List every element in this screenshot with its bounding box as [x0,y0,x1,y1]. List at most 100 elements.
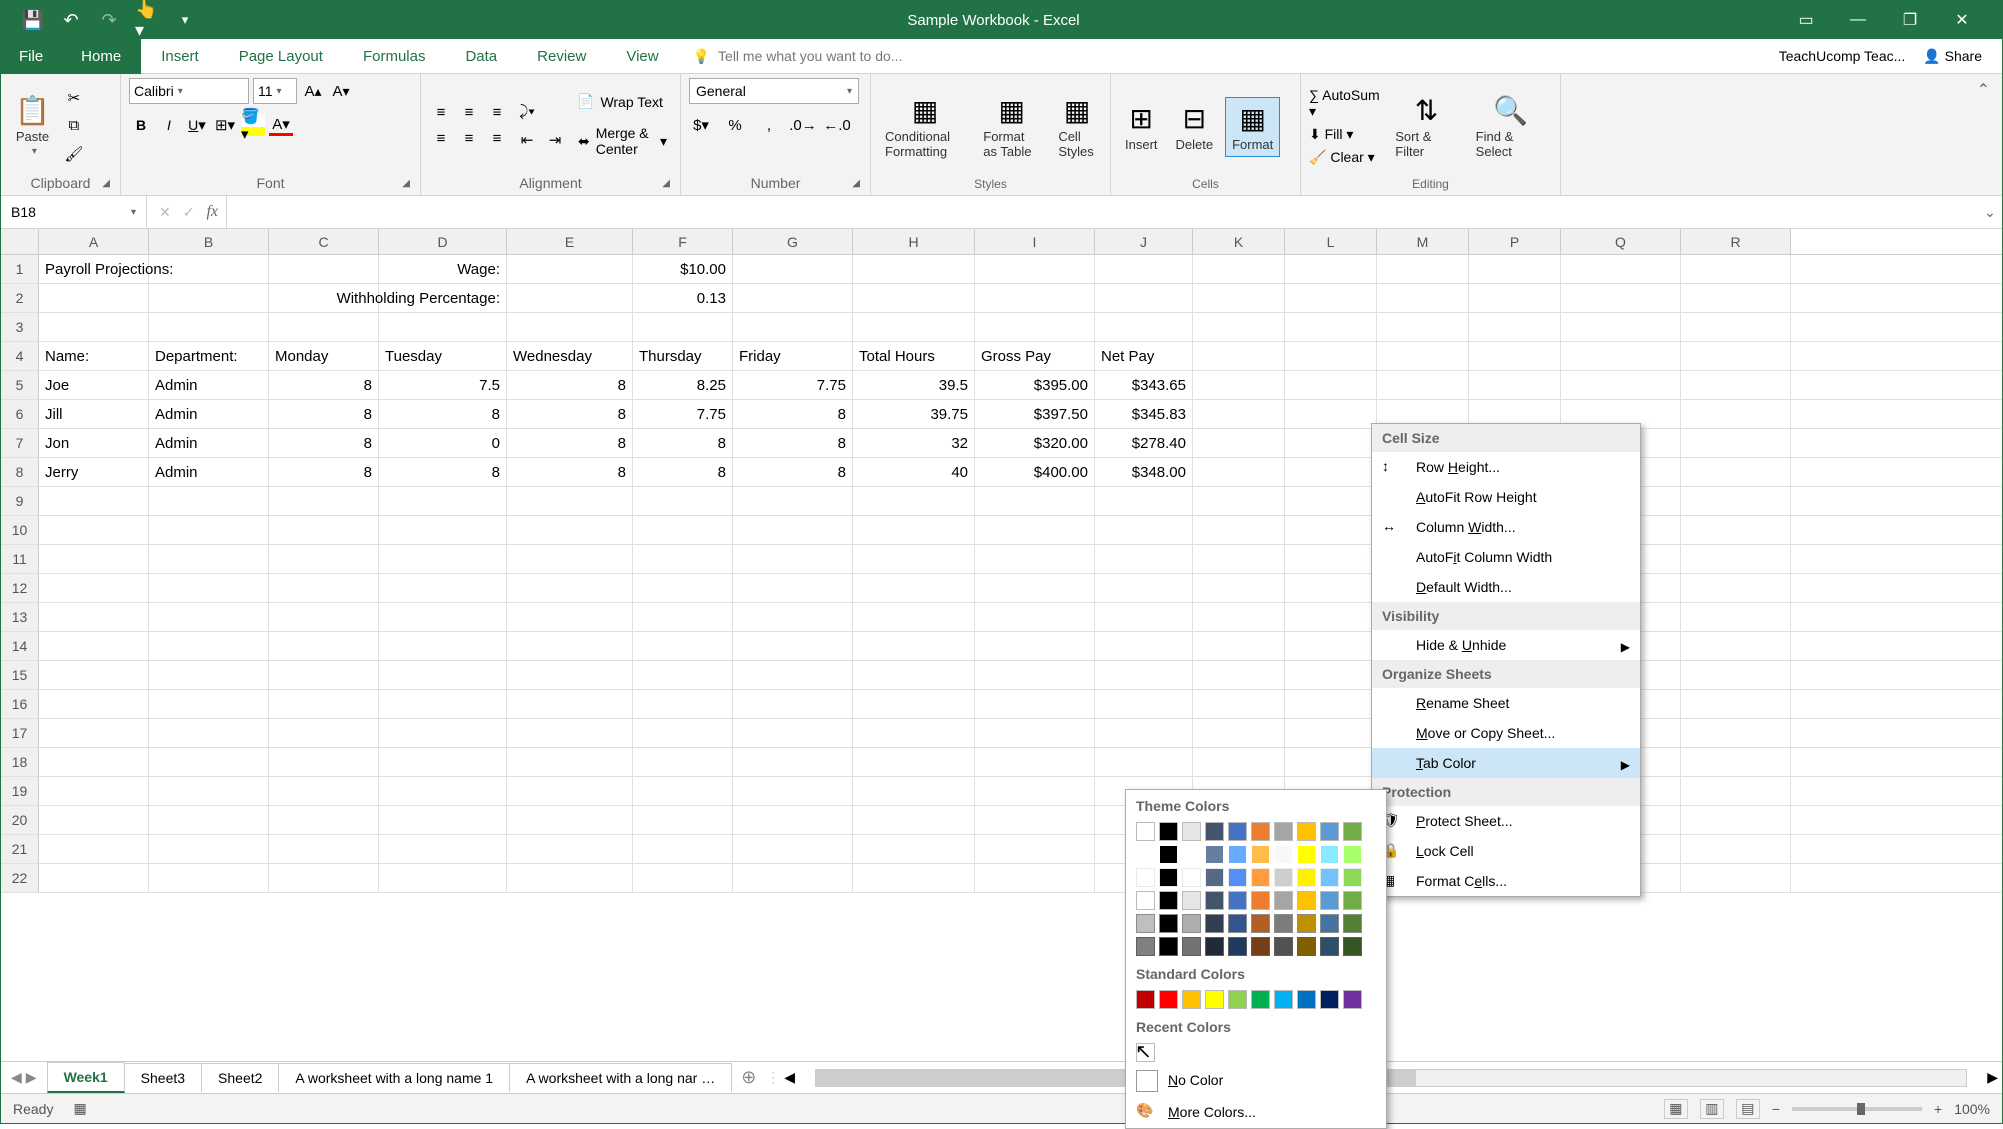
cell[interactable]: Net Pay [1095,342,1193,370]
cell[interactable]: 8 [269,458,379,486]
color-swatch[interactable] [1274,822,1293,841]
align-bottom[interactable]: ≡ [485,102,509,124]
cell[interactable] [975,777,1095,805]
next-sheet-icon[interactable]: ▶ [26,1069,37,1086]
cell[interactable]: $397.50 [975,400,1095,428]
cell[interactable] [507,864,633,892]
cell[interactable] [39,690,149,718]
insert-cells-button[interactable]: ⊞Insert [1119,98,1164,156]
color-swatch[interactable] [1343,891,1362,910]
cell[interactable] [1095,255,1193,283]
cell[interactable] [149,661,269,689]
zoom-out-icon[interactable]: − [1772,1101,1780,1117]
menu-column-width[interactable]: ↔Column Width... [1372,512,1640,542]
user-name[interactable]: TeachUcomp Teac... [1779,48,1906,64]
cell[interactable] [633,487,733,515]
cell[interactable] [853,574,975,602]
cell[interactable] [39,603,149,631]
color-swatch[interactable] [1320,845,1339,864]
cell[interactable] [507,719,633,747]
cell[interactable] [1095,574,1193,602]
cell[interactable] [379,719,507,747]
zoom-in-icon[interactable]: + [1934,1101,1942,1117]
cell[interactable]: 40 [853,458,975,486]
color-swatch[interactable] [1251,891,1270,910]
color-swatch[interactable] [1205,914,1224,933]
color-swatch[interactable] [1136,937,1155,956]
cell[interactable] [1193,255,1285,283]
cell[interactable] [633,545,733,573]
close-icon[interactable]: ✕ [1946,4,1978,36]
cell[interactable] [149,835,269,863]
zoom-slider[interactable] [1792,1107,1922,1111]
cell[interactable]: $395.00 [975,371,1095,399]
cell[interactable] [1193,313,1285,341]
color-swatch[interactable] [1251,914,1270,933]
cell[interactable] [149,545,269,573]
cell[interactable] [733,545,853,573]
cell[interactable] [975,545,1095,573]
color-swatch[interactable] [1205,937,1224,956]
format-painter-button[interactable]: 🖌 [62,143,86,165]
row-header[interactable]: 3 [1,313,39,341]
cell[interactable]: 8 [269,429,379,457]
underline-button[interactable]: U▾ [185,114,209,136]
tab-formulas[interactable]: Formulas [343,39,446,74]
cell[interactable] [633,313,733,341]
color-swatch[interactable] [1274,914,1293,933]
cell[interactable] [733,777,853,805]
cell[interactable]: 39.75 [853,400,975,428]
tab-home[interactable]: Home [61,39,141,74]
cell[interactable] [149,313,269,341]
menu-lock-cell[interactable]: 🔒Lock Cell [1372,836,1640,866]
color-swatch[interactable] [1251,845,1270,864]
normal-view-icon[interactable]: ▦ [1664,1099,1688,1119]
menu-protect-sheet[interactable]: 🛡Protect Sheet... [1372,806,1640,836]
cell[interactable]: 8 [269,371,379,399]
cell[interactable] [733,516,853,544]
color-swatch[interactable] [1343,990,1362,1009]
cell[interactable] [507,603,633,631]
grow-font-button[interactable]: A▴ [301,80,325,102]
color-swatch[interactable] [1343,845,1362,864]
col-header[interactable]: R [1681,229,1791,254]
row-header[interactable]: 10 [1,516,39,544]
h-scrollbar[interactable] [815,1069,1967,1087]
cell[interactable] [269,487,379,515]
row-header[interactable]: 13 [1,603,39,631]
touch-mode-icon[interactable]: 👆▾ [135,8,159,32]
cell[interactable]: Friday [733,342,853,370]
cell[interactable] [853,255,975,283]
cell[interactable] [379,864,507,892]
cell[interactable] [853,284,975,312]
cell[interactable] [1469,284,1561,312]
cell[interactable] [149,574,269,602]
cell[interactable] [1377,313,1469,341]
cell[interactable] [1377,371,1469,399]
cell[interactable] [507,545,633,573]
cell[interactable] [39,864,149,892]
cell[interactable] [1095,313,1193,341]
cell[interactable]: Payroll Projections: [39,255,149,283]
font-size-select[interactable]: 11▾ [253,78,297,104]
cell[interactable] [269,777,379,805]
cell[interactable] [1285,748,1377,776]
row-header[interactable]: 12 [1,574,39,602]
align-middle[interactable]: ≡ [457,102,481,124]
cell[interactable] [1193,690,1285,718]
cell[interactable] [975,661,1095,689]
cell[interactable]: 39.5 [853,371,975,399]
cell[interactable] [1285,661,1377,689]
cell[interactable]: $400.00 [975,458,1095,486]
col-header[interactable]: I [975,229,1095,254]
cell[interactable] [269,864,379,892]
save-icon[interactable]: 💾 [21,8,45,32]
sheet-tab[interactable]: Sheet2 [201,1063,279,1092]
cell[interactable] [633,603,733,631]
tab-pagelayout[interactable]: Page Layout [219,39,343,74]
menu-format-cells[interactable]: ▦Format Cells... [1372,866,1640,896]
cell[interactable] [975,313,1095,341]
currency-button[interactable]: $▾ [689,114,713,136]
cell[interactable] [733,864,853,892]
cell[interactable] [269,748,379,776]
